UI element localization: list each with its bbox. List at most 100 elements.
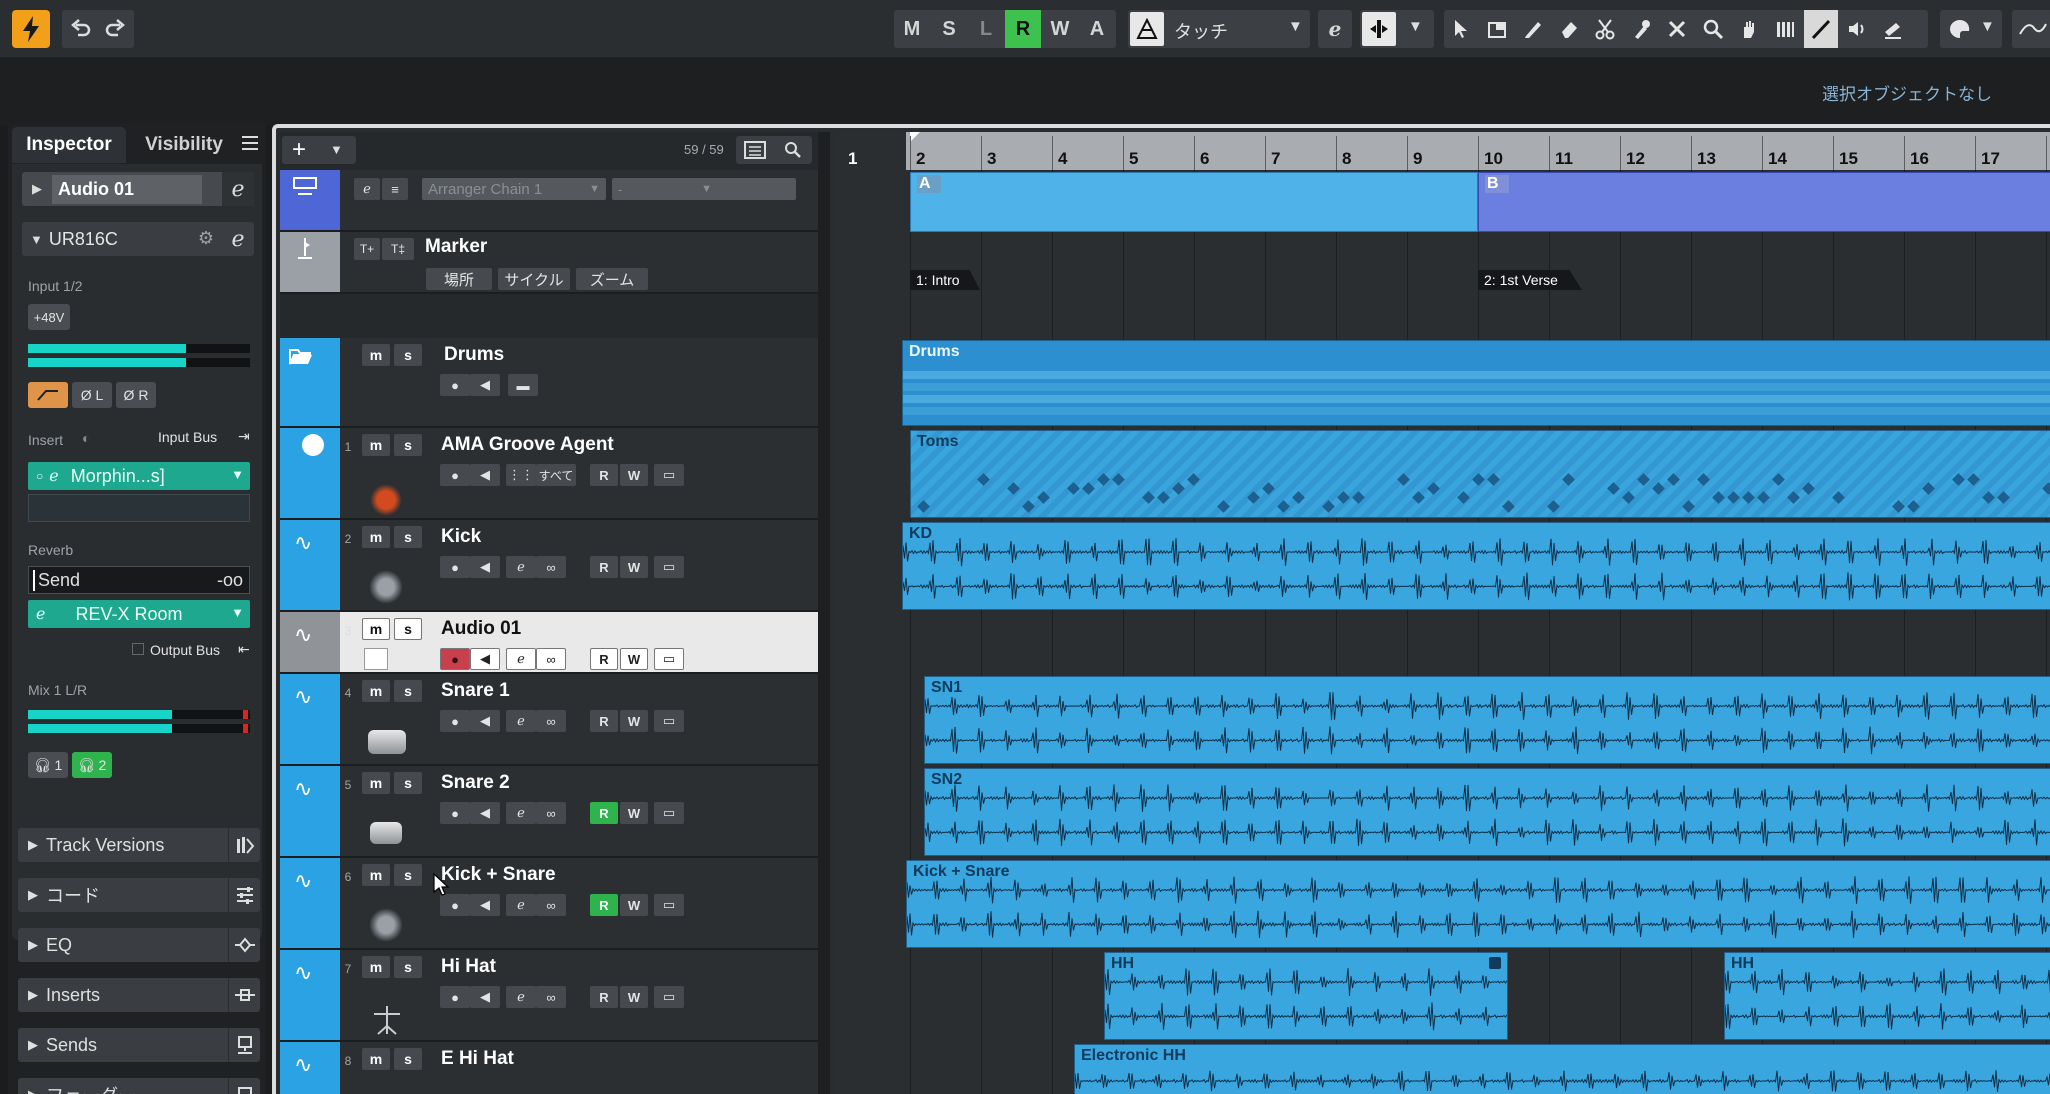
- track-row[interactable]: ∿ 4 m s Snare 1 ● ◀ ℯ ∞ R W ▭: [280, 674, 818, 766]
- edit-channel-button[interactable]: ℯ: [506, 556, 536, 578]
- read-button[interactable]: R: [590, 986, 618, 1008]
- write-button[interactable]: W: [620, 648, 648, 670]
- track-row[interactable]: ∿ 8 m s E Hi Hat: [280, 1042, 818, 1094]
- arranger-edit-button[interactable]: ℯ: [354, 178, 380, 200]
- mute-all-button[interactable]: M: [894, 10, 930, 48]
- write-button[interactable]: W: [620, 464, 648, 486]
- gear-icon[interactable]: ⚙: [198, 228, 214, 249]
- record-enable-button[interactable]: ●: [440, 986, 470, 1008]
- track-row[interactable]: ∿ 2 m s Kick ● ◀ ℯ ∞ R W ▭: [280, 520, 818, 612]
- mute-button[interactable]: m: [362, 680, 390, 702]
- write-button[interactable]: W: [620, 986, 648, 1008]
- track-row[interactable]: ∿ 7 m s Hi Hat ● ◀ ℯ ∞ R W ▭: [280, 950, 818, 1042]
- audio-event-snare-2[interactable]: SN2: [924, 768, 2050, 856]
- undo-icon[interactable]: [64, 10, 98, 48]
- mute-button[interactable]: m: [362, 344, 390, 366]
- sends-bypass-icon[interactable]: [228, 1028, 260, 1062]
- automation-panel-button[interactable]: A: [1079, 10, 1115, 48]
- pointer-tool-icon[interactable]: [1444, 10, 1478, 48]
- drum-map-button[interactable]: ⋮⋮: [506, 464, 536, 486]
- monitor-button[interactable]: ◀: [470, 374, 500, 396]
- record-enable-button[interactable]: ●: [440, 648, 470, 670]
- read-automation-button[interactable]: R: [1005, 10, 1041, 48]
- read-button[interactable]: R: [590, 464, 618, 486]
- track-list-menu-button[interactable]: [736, 136, 812, 164]
- monitor-button[interactable]: ◀: [470, 556, 500, 578]
- solo-button[interactable]: s: [394, 956, 422, 978]
- marker-intro[interactable]: 1: Intro: [910, 270, 980, 290]
- edit-device-button[interactable]: ℯ: [222, 222, 254, 256]
- arranger-event-a[interactable]: A: [910, 172, 1478, 232]
- add-cycle-marker-button[interactable]: T‡: [382, 238, 414, 260]
- hand-tool-icon[interactable]: [1732, 10, 1766, 48]
- fold-eq[interactable]: ▶ EQ: [18, 928, 260, 962]
- arranger-mode-button[interactable]: ≡: [382, 178, 408, 200]
- link-button[interactable]: ∞: [536, 802, 566, 824]
- listen-button[interactable]: L: [968, 10, 1004, 48]
- edit-channel-button[interactable]: ℯ: [506, 802, 536, 824]
- comp-tool-icon[interactable]: [1876, 10, 1910, 48]
- mute-button[interactable]: m: [362, 1048, 390, 1070]
- solo-button[interactable]: s: [394, 772, 422, 794]
- left-locator[interactable]: [910, 132, 920, 142]
- solo-button[interactable]: s: [394, 1048, 422, 1070]
- automation-settings-button[interactable]: ℯ: [1318, 10, 1352, 48]
- marker-1st-verse[interactable]: 2: 1st Verse: [1478, 270, 1582, 290]
- lanes-button[interactable]: ▭: [654, 802, 684, 824]
- snap-mode-icon[interactable]: [1362, 12, 1396, 46]
- inspector-track-section[interactable]: ▶ Audio 01 ℯ: [22, 172, 254, 206]
- line-tool-icon[interactable]: [1804, 10, 1838, 48]
- monitor-button[interactable]: ◀: [470, 464, 500, 486]
- insert-bypass-icon[interactable]: ◐: [82, 430, 90, 446]
- track-row[interactable]: ∿ 6 m s Kick + Snare ● ◀ ℯ ∞ R W ▭: [280, 858, 818, 950]
- activate-project-button[interactable]: [12, 10, 50, 48]
- folder-part-drums[interactable]: Drums: [902, 340, 2050, 426]
- lanes-button[interactable]: ▭: [654, 710, 684, 732]
- audio-event-hihat-1[interactable]: HH: [1104, 952, 1508, 1040]
- read-button[interactable]: R: [590, 710, 618, 732]
- arranger-track[interactable]: ℯ ≡ Arranger Chain 1 ▼ - ▼: [280, 170, 818, 232]
- lanes-button[interactable]: ▭: [654, 464, 684, 486]
- draw-tool-icon[interactable]: [1516, 10, 1550, 48]
- record-enable-button[interactable]: ●: [440, 802, 470, 824]
- write-button[interactable]: W: [620, 894, 648, 916]
- marker-track[interactable]: T+ T‡ Marker 場所 サイクル ズーム: [280, 232, 818, 294]
- fold-track-versions[interactable]: ▶ Track Versions: [18, 828, 260, 862]
- automation-mode-select[interactable]: タッチ ▼: [1128, 10, 1310, 48]
- solo-button[interactable]: s: [394, 344, 422, 366]
- event-display[interactable]: 1 2 3 4 5 6 7 8 9 10 11 12 13 14 15 16 1…: [836, 132, 2050, 1094]
- fold-fader[interactable]: ▶ フェーダー: [18, 1078, 260, 1094]
- marker-cycle-select[interactable]: サイクル: [498, 268, 570, 290]
- phase-right-button[interactable]: Ø R: [116, 382, 156, 408]
- mute-button[interactable]: m: [362, 526, 390, 548]
- solo-button[interactable]: s: [394, 618, 422, 640]
- record-enable-button[interactable]: ●: [440, 556, 470, 578]
- monitor-button[interactable]: ◀: [470, 648, 500, 670]
- split-tool-icon[interactable]: [1588, 10, 1622, 48]
- phantom-power-button[interactable]: +48V: [28, 304, 70, 330]
- edit-e-icon[interactable]: ℯ: [49, 466, 58, 486]
- arranger-chain-select[interactable]: Arranger Chain 1 ▼: [422, 178, 606, 200]
- lanes-button[interactable]: ▭: [654, 986, 684, 1008]
- mute-button[interactable]: m: [362, 618, 390, 640]
- device-section[interactable]: ▼ UR816C ⚙ ℯ: [22, 222, 254, 256]
- all-outputs-button[interactable]: すべて: [536, 464, 576, 486]
- chevron-down-icon[interactable]: ▼: [231, 605, 244, 620]
- menu-icon[interactable]: [242, 136, 258, 150]
- solo-button[interactable]: s: [394, 434, 422, 456]
- tab-inspector[interactable]: Inspector: [12, 127, 126, 163]
- tab-visibility[interactable]: Visibility: [134, 127, 234, 163]
- lanes-button[interactable]: ▭: [654, 894, 684, 916]
- bypass-icon[interactable]: ○: [36, 469, 43, 483]
- record-enable-button[interactable]: ●: [440, 374, 470, 396]
- folder-options-button[interactable]: ▬: [508, 374, 538, 396]
- marker-locate-select[interactable]: 場所: [426, 268, 492, 290]
- record-enable-button[interactable]: ●: [440, 710, 470, 732]
- range-tool-icon[interactable]: [1480, 10, 1514, 48]
- mute-tool-icon[interactable]: [1660, 10, 1694, 48]
- fader-icon[interactable]: [228, 1078, 260, 1094]
- mute-button[interactable]: m: [362, 434, 390, 456]
- track-row[interactable]: 1 m s AMA Groove Agent ● ◀ ⋮⋮ すべて R W ▭: [280, 428, 818, 520]
- write-button[interactable]: W: [620, 556, 648, 578]
- track-color-swatch[interactable]: [364, 648, 388, 670]
